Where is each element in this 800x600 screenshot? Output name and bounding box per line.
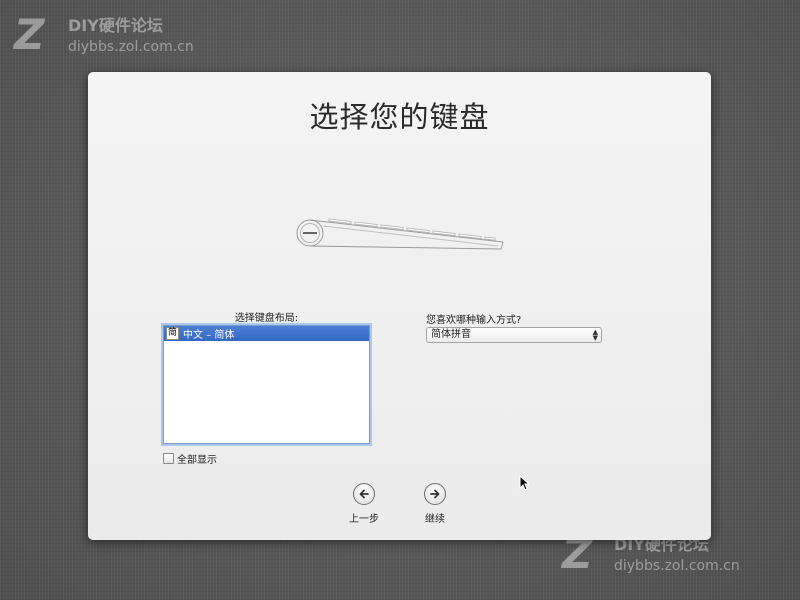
- layout-label: 选择键盘布局:: [234, 313, 299, 324]
- arrow-right-icon[interactable]: [424, 483, 446, 505]
- layout-flag-icon: 简: [166, 327, 179, 340]
- back-button[interactable]: 上一步: [339, 483, 389, 525]
- watermark-url: diybbs.zol.com.cn: [614, 558, 740, 574]
- checkbox-box[interactable]: [163, 453, 174, 464]
- watermark-logo-icon: Z: [14, 10, 45, 59]
- page-title: 选择您的键盘: [309, 100, 490, 134]
- installer-panel: 选择您的键盘 选择键盘布局: 简 中文 – 简体 您喜欢哪种输入方式? 简体拼音…: [88, 72, 711, 540]
- input-method-value: 简体拼音: [431, 329, 471, 340]
- continue-label: 继续: [425, 514, 445, 525]
- mouse-pointer-icon: [519, 475, 529, 491]
- input-method-label: 您喜欢哪种输入方式?: [426, 315, 522, 326]
- list-item-label: 中文 – 简体: [183, 330, 235, 341]
- watermark-title: DIY硬件论坛: [68, 16, 163, 35]
- back-label: 上一步: [349, 514, 379, 525]
- watermark-url: diybbs.zol.com.cn: [68, 39, 194, 55]
- keyboard-icon: [296, 218, 504, 250]
- continue-button[interactable]: 继续: [410, 483, 460, 525]
- list-item[interactable]: 简 中文 – 简体: [164, 326, 369, 341]
- arrow-left-icon[interactable]: [353, 483, 375, 505]
- show-all-checkbox[interactable]: 全部显示: [163, 451, 217, 466]
- show-all-label: 全部显示: [177, 455, 217, 466]
- select-arrows-icon: ▲ ▼: [592, 328, 598, 342]
- keyboard-layout-list[interactable]: 简 中文 – 简体: [163, 325, 370, 444]
- input-method-select[interactable]: 简体拼音 ▲ ▼: [426, 327, 602, 343]
